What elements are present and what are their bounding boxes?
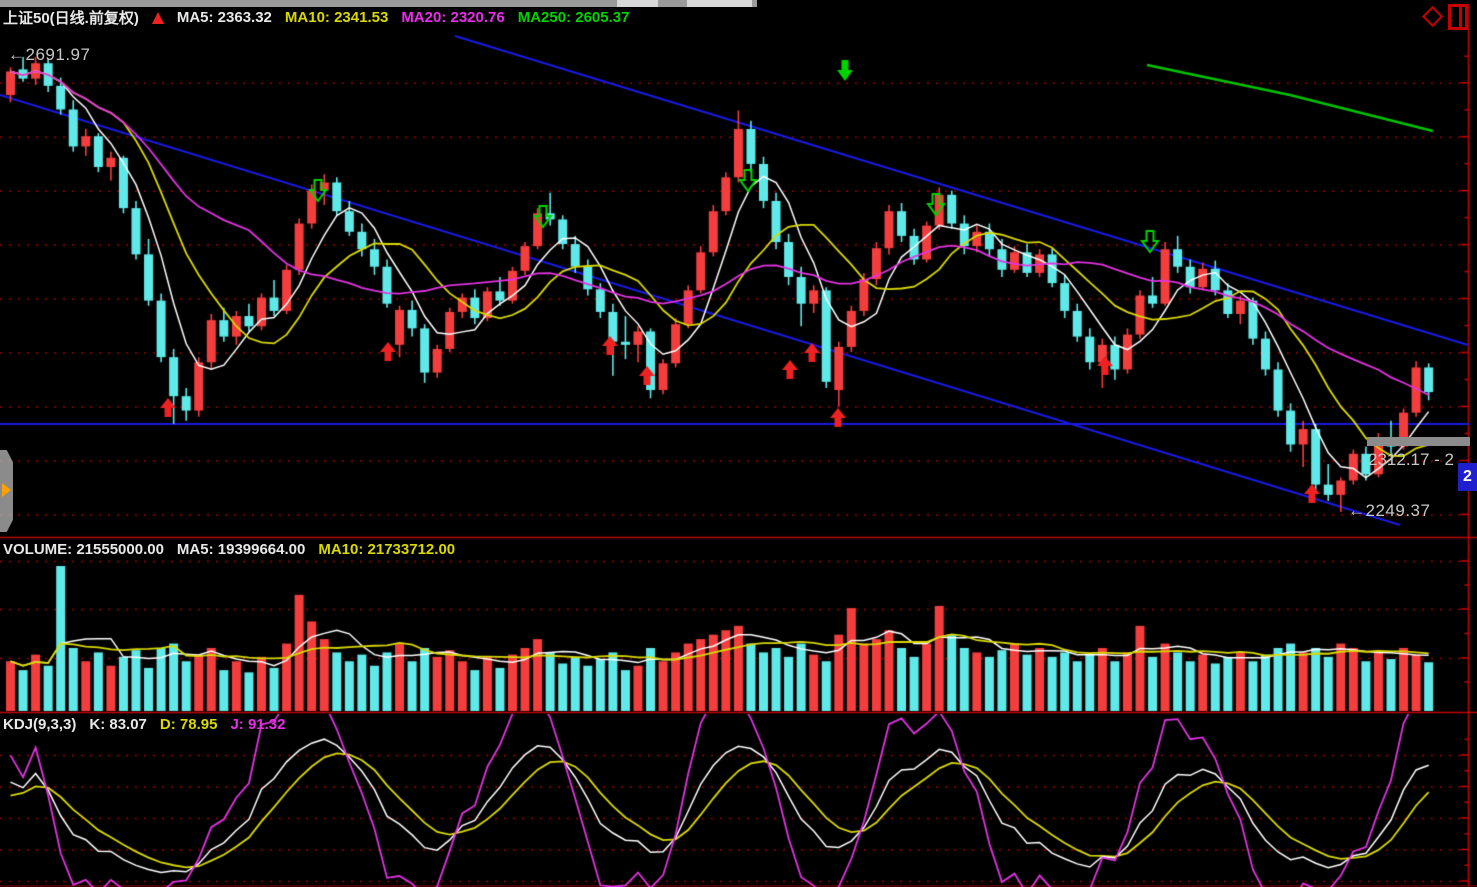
chart-window: 上证50(日线.前复权) MA5: 2363.32 MA10: 2341.53 …: [0, 0, 1477, 887]
main-chart-header: 上证50(日线.前复权) MA5: 2363.32 MA10: 2341.53 …: [3, 7, 629, 28]
ma250-value[interactable]: MA250: 2605.37: [518, 9, 630, 26]
volume-value[interactable]: VOLUME: 21555000.00: [3, 541, 164, 558]
volume-pane-header: VOLUME: 21555000.00 MA5: 19399664.00 MA1…: [3, 541, 455, 558]
kdj-j-value: J: 91.32: [230, 716, 285, 733]
axis-price-badge: 2: [1458, 463, 1477, 491]
panel-collapse-handle[interactable]: [0, 450, 13, 532]
high-price-label: ←2691.97: [8, 45, 90, 65]
measure-highlight-bar: [1367, 437, 1470, 446]
red-up-arrow-icon: [152, 12, 164, 24]
split-window-bar: [1459, 7, 1462, 27]
kdj-pane-header: KDJ(9,3,3) K: 83.07 D: 78.95 J: 91.32: [3, 716, 286, 733]
symbol-title: 上证50(日线.前复权): [3, 7, 139, 28]
background-window-strip: [0, 0, 757, 7]
volume-ma5-value[interactable]: MA5: 19399664.00: [177, 541, 305, 558]
volume-ma10-value[interactable]: MA10: 21733712.00: [318, 541, 455, 558]
kdj-d-value: D: 78.95: [160, 716, 218, 733]
split-window-icon[interactable]: [1448, 4, 1468, 30]
chart-canvas[interactable]: [0, 0, 1477, 887]
strip-segment: [617, 0, 658, 7]
ma5-value[interactable]: MA5: 2363.32: [177, 9, 272, 26]
ma10-value[interactable]: MA10: 2341.53: [285, 9, 388, 26]
measure-range-label: 2312.17 - 2: [1368, 450, 1468, 470]
kdj-k-value: K: 83.07: [89, 716, 147, 733]
low-price-label: ←2249.37: [1348, 501, 1430, 521]
kdj-name[interactable]: KDJ(9,3,3): [3, 716, 76, 733]
ma20-value[interactable]: MA20: 2320.76: [401, 9, 504, 26]
strip-segment: [687, 0, 752, 7]
panel-expand-arrow-icon: [2, 483, 11, 497]
